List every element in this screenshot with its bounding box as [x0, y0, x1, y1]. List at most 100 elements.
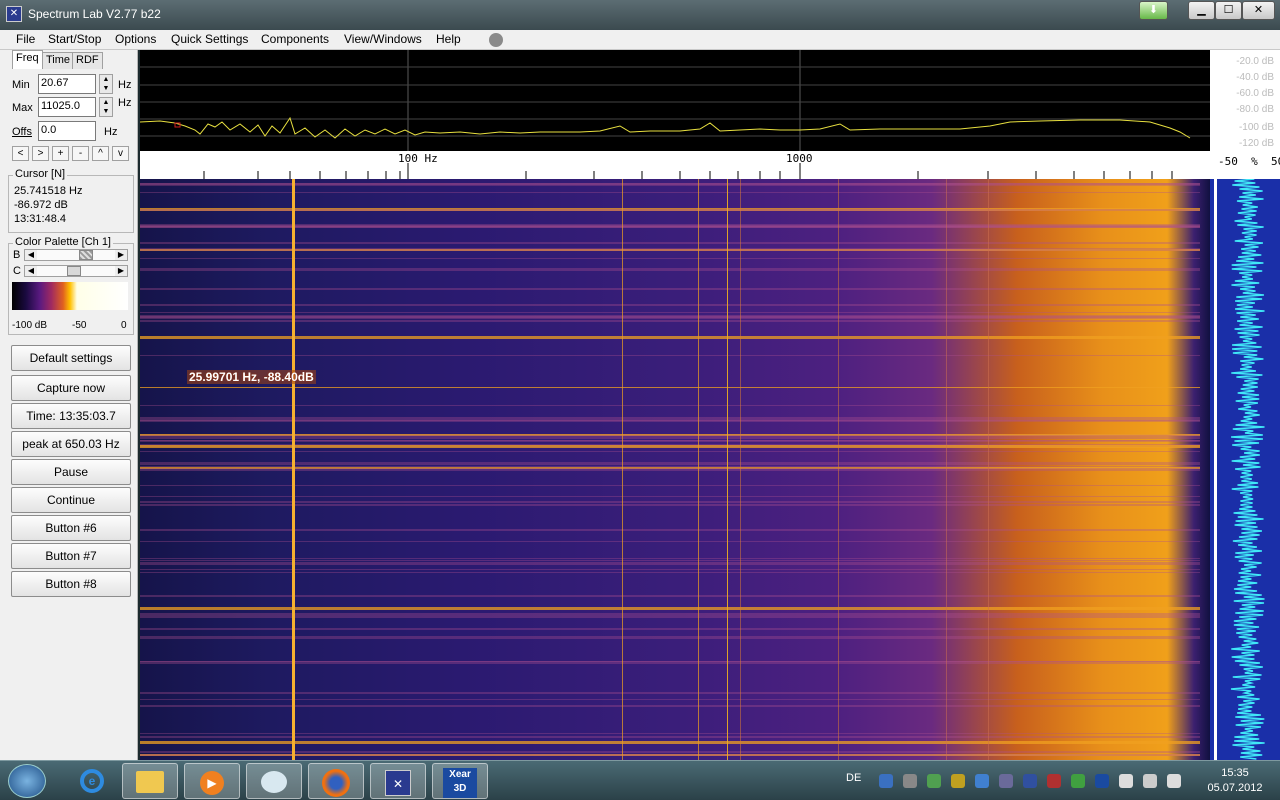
db-label-60: -60.0 dB — [1236, 88, 1274, 99]
xear3d-icon[interactable]: Xear 3D — [432, 763, 488, 799]
contrast-slider[interactable]: ◀ ▶ — [24, 265, 128, 277]
contrast-label: C — [13, 265, 21, 277]
tab-rdf[interactable]: RDF — [72, 52, 103, 69]
spectrum-db-scale: -20.0 dB -40.0 dB -60.0 dB -80.0 dB -100… — [1210, 50, 1280, 151]
cursor-group: Cursor [N] 25.741518 Hz -86.972 dB 13:31… — [8, 168, 134, 233]
explorer-icon[interactable] — [122, 763, 178, 799]
tray-printer-icon[interactable] — [951, 774, 965, 788]
frequency-scale[interactable]: 100 Hz 1000 — [140, 151, 1210, 179]
scroll-right-button[interactable]: > — [32, 146, 49, 161]
scope-trace — [1230, 178, 1265, 760]
title-bar: ✕ Spectrum Lab V2.77 b22 ⬇ ▁ ☐ ✕ — [0, 0, 1280, 30]
frequency-ticks — [203, 163, 1173, 179]
waterfall-lines — [140, 179, 1200, 760]
spectrum-lab-icon[interactable]: ✕ — [6, 6, 22, 22]
language-indicator[interactable]: DE — [846, 772, 861, 784]
cursor-frequency: 25.741518 Hz — [14, 185, 83, 197]
tray-download-icon[interactable] — [1071, 774, 1085, 788]
spectrum-trace — [140, 116, 1191, 139]
capture-now-button[interactable]: Capture now — [11, 375, 131, 401]
offs-unit: Hz — [104, 126, 118, 138]
brightness-left-arrow-icon[interactable]: ◀ — [25, 250, 37, 260]
tray-tool-icon[interactable] — [1047, 774, 1061, 788]
menu-components[interactable]: Components — [261, 32, 329, 46]
button-7[interactable]: Button #7 — [11, 543, 131, 569]
tray-app-icon[interactable] — [927, 774, 941, 788]
close-button[interactable]: ✕ — [1242, 1, 1275, 20]
up-button[interactable]: ^ — [92, 146, 109, 161]
menu-help[interactable]: Help — [436, 32, 461, 46]
cursor-time: 13:31:48.4 — [14, 213, 66, 225]
cursor-readout: 25.99701 Hz, -88.40dB — [187, 370, 316, 384]
tray-usb-icon[interactable] — [999, 774, 1013, 788]
color-palette-bar[interactable] — [12, 282, 128, 310]
spectrum-lab-taskbar-icon[interactable]: ✕ — [370, 763, 426, 799]
max-spinner[interactable]: ▲ ▼ — [99, 97, 113, 117]
clock[interactable]: 15:35 05.07.2012 — [1200, 766, 1270, 796]
zoom-out-button[interactable]: - — [72, 146, 89, 161]
stop-indicator-icon[interactable] — [489, 33, 503, 47]
brightness-slider[interactable]: ◀ ▶ — [24, 249, 128, 261]
tray-shield-icon[interactable] — [1023, 774, 1037, 788]
volume-icon[interactable] — [1167, 774, 1181, 788]
tray-dropbox-icon[interactable] — [975, 774, 989, 788]
db-label-40: -40.0 dB — [1236, 72, 1274, 83]
min-spinner[interactable]: ▲ ▼ — [99, 74, 113, 94]
scroll-left-button[interactable]: < — [12, 146, 29, 161]
maximize-button[interactable]: ☐ — [1215, 1, 1242, 20]
tray-network-icon[interactable] — [879, 774, 893, 788]
min-unit: Hz — [118, 79, 132, 91]
max-unit: Hz — [118, 97, 132, 109]
down-button[interactable]: v — [112, 146, 129, 161]
brightness-thumb[interactable] — [79, 250, 93, 260]
menu-file[interactable]: File — [16, 32, 35, 46]
firefox-icon[interactable] — [308, 763, 364, 799]
db-label-80: -80.0 dB — [1236, 104, 1274, 115]
scope-scale: -50 % 50 — [1210, 151, 1280, 179]
tray-xear-icon[interactable] — [1095, 774, 1109, 788]
green-tray-button[interactable]: ⬇ — [1139, 1, 1168, 20]
cursor-group-title: Cursor [N] — [13, 168, 68, 180]
menu-start-stop[interactable]: Start/Stop — [48, 32, 101, 46]
offset-field[interactable]: 0.0 — [38, 121, 96, 141]
waterfall-display[interactable] — [140, 179, 1210, 760]
brightness-right-arrow-icon[interactable]: ▶ — [115, 250, 127, 260]
freq-label-1000: 1000 — [786, 152, 813, 165]
continue-button[interactable]: Continue — [11, 487, 131, 513]
scope-strip[interactable] — [1210, 178, 1280, 760]
menu-options[interactable]: Options — [115, 32, 156, 46]
offs-label[interactable]: Offs — [12, 126, 32, 138]
button-8[interactable]: Button #8 — [11, 571, 131, 597]
max-frequency-field[interactable]: 11025.0 — [38, 97, 96, 117]
minimize-button[interactable]: ▁ — [1188, 1, 1215, 20]
min-label: Min — [12, 79, 30, 91]
menu-quick-settings[interactable]: Quick Settings — [171, 32, 248, 46]
tray-flag-icon[interactable] — [1119, 774, 1133, 788]
tray-monitor-icon[interactable] — [903, 774, 917, 788]
db-label-120: -120 dB — [1238, 138, 1274, 149]
db-label-100: -100 dB — [1238, 122, 1274, 133]
cursor-level: -86.972 dB — [14, 199, 68, 211]
tab-time[interactable]: Time — [42, 52, 75, 69]
contrast-thumb[interactable] — [67, 266, 81, 276]
default-settings-button[interactable]: Default settings — [11, 345, 131, 371]
tray-power-icon[interactable] — [1143, 774, 1157, 788]
menu-view-windows[interactable]: View/Windows — [344, 32, 422, 46]
pause-button[interactable]: Pause — [11, 459, 131, 485]
scope-scale-label: -50 % 50 — [1218, 155, 1280, 168]
max-label: Max — [12, 102, 33, 114]
tab-freq[interactable]: Freq — [12, 50, 43, 69]
internet-explorer-icon[interactable]: e — [64, 763, 120, 799]
peak-display-button[interactable]: peak at 650.03 Hz — [11, 431, 131, 457]
button-6[interactable]: Button #6 — [11, 515, 131, 541]
contrast-left-arrow-icon[interactable]: ◀ — [25, 266, 37, 276]
spectrum-graph[interactable] — [140, 50, 1210, 151]
zoom-in-button[interactable]: + — [52, 146, 69, 161]
mail-icon[interactable] — [246, 763, 302, 799]
freq-label-100: 100 Hz — [398, 152, 438, 165]
contrast-right-arrow-icon[interactable]: ▶ — [115, 266, 127, 276]
min-frequency-field[interactable]: 20.67 — [38, 74, 96, 94]
time-display-button[interactable]: Time: 13:35:03.7 — [11, 403, 131, 429]
media-player-icon[interactable]: ▶ — [184, 763, 240, 799]
start-orb-icon[interactable] — [8, 764, 46, 798]
